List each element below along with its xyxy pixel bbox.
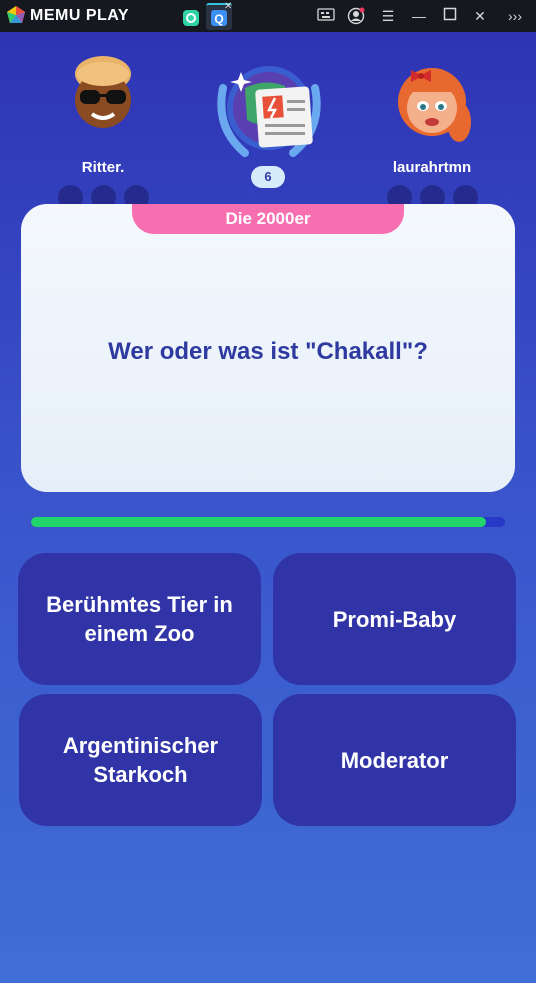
close-icon[interactable]: ✕ [470,7,490,25]
player-left: Ritter. [48,52,158,210]
timer-bar-fill [31,517,487,527]
player-left-name: Ritter. [81,159,125,176]
player-right-name: laurahrtmn [392,159,472,176]
question-text: Wer oder was ist "Chakall"? [108,338,428,365]
app-brand-name: MEMU PLAY [30,7,130,24]
svg-text:Q: Q [214,12,223,26]
more-icon[interactable]: ››› [505,7,525,25]
app-tab-icon [183,10,199,26]
maximize-icon[interactable] [440,7,460,25]
answer-button-2[interactable]: Promi-Baby [273,553,516,685]
player-right-avatar [398,68,471,142]
round-badge: 6 [251,166,285,188]
answer-button-1[interactable]: Berühmtes Tier in einem Zoo [18,553,261,685]
timer-bar [31,517,505,527]
close-tab-icon[interactable]: ✕ [224,1,232,12]
keyboard-mapping-icon[interactable] [316,7,336,25]
app-tab-1[interactable] [178,3,204,30]
category-emblem-icon [217,66,321,157]
emulator-titlebar: MEMU PLAY Q ✕ ☰ — ✕ ››› [0,0,536,32]
memu-logo-icon [7,6,25,23]
menu-icon[interactable]: ☰ [378,7,398,25]
minimize-icon[interactable]: — [409,7,429,25]
answer-button-3[interactable]: Argentinischer Starkoch [19,694,262,826]
question-card: Die 2000er Wer oder was ist "Chakall"? [21,204,515,492]
answer-button-4[interactable]: Moderator [273,694,516,826]
account-icon[interactable] [346,7,366,25]
category-label: Die 2000er [132,204,404,234]
player-right: laurahrtmn [377,52,487,210]
quiz-game-screen: Ritter. 6 laurahrtmn Die 2000er Wer oder… [0,32,536,983]
player-left-avatar [75,56,131,128]
